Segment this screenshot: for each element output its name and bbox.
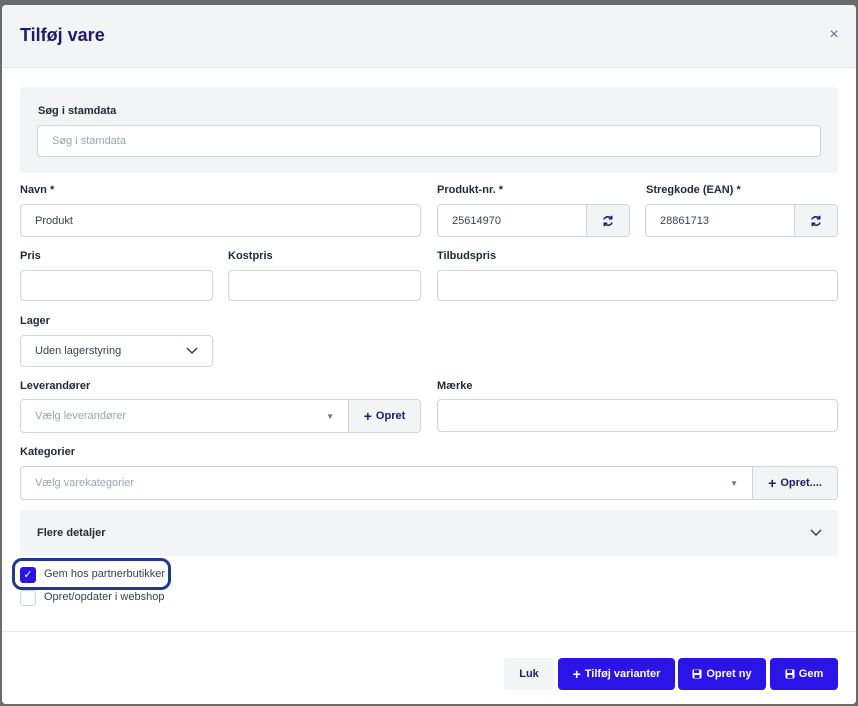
produkt-nr-refresh-button[interactable] <box>587 204 630 237</box>
kostpris-label: Kostpris <box>228 250 273 262</box>
save-label: Gem <box>798 668 824 680</box>
close-icon[interactable]: × <box>826 27 842 43</box>
lager-select[interactable]: Uden lagerstyring <box>20 335 213 367</box>
leverandorer-create-label: Opret <box>375 410 406 422</box>
more-details-label: Flere detaljer <box>37 527 106 539</box>
modal-footer: Luk + Tilføj varianter Opret ny Gem <box>2 631 856 704</box>
partner-checkbox-label: Gem hos partnerbutikker <box>44 568 166 580</box>
create-new-button[interactable]: Opret ny <box>678 658 766 690</box>
save-icon <box>692 669 702 679</box>
add-item-modal: Tilføj vare × Søg i stamdata Søg i stamd… <box>2 5 856 704</box>
partner-checkbox[interactable]: ✓ <box>20 567 36 583</box>
search-label: Søg i stamdata <box>38 105 117 117</box>
produkt-nr-input[interactable]: 25614970 <box>437 204 587 237</box>
modal-title: Tilføj vare <box>20 25 105 45</box>
produkt-nr-value: 25614970 <box>452 214 501 227</box>
search-panel: Søg i stamdata Søg i stamdata <box>20 87 838 173</box>
more-details-toggle[interactable]: Flere detaljer <box>20 510 838 556</box>
stregkode-label: Stregkode (EAN) * <box>646 184 741 196</box>
plus-icon: + <box>363 408 372 424</box>
navn-label: Navn * <box>20 184 55 196</box>
tilbudspris-label: Tilbudspris <box>437 250 497 262</box>
navn-input[interactable]: Produkt <box>20 204 421 237</box>
lager-value: Uden lagerstyring <box>35 345 122 357</box>
webshop-checkbox[interactable] <box>20 590 36 606</box>
maerke-label: Mærke <box>437 380 473 392</box>
search-placeholder: Søg i stamdata <box>52 135 126 147</box>
leverandorer-create-button[interactable]: + Opret <box>349 399 421 433</box>
webshop-checkbox-label: Opret/opdater i webshop <box>44 591 165 603</box>
maerke-input[interactable] <box>437 399 838 432</box>
leverandorer-select[interactable]: Vælg leverandører ▼ <box>20 399 349 433</box>
search-input[interactable]: Søg i stamdata <box>37 125 821 157</box>
caret-down-icon: ▼ <box>326 411 334 421</box>
modal-header: Tilføj vare × <box>2 5 856 68</box>
kategorier-label: Kategorier <box>20 446 76 458</box>
produkt-nr-label: Produkt-nr. * <box>437 184 504 196</box>
kategorier-placeholder: Vælg varekategorier <box>35 477 135 489</box>
kategorier-select[interactable]: Vælg varekategorier ▼ <box>20 466 753 500</box>
lager-label: Lager <box>20 315 50 327</box>
plus-icon: + <box>768 475 777 491</box>
save-icon <box>785 669 795 679</box>
close-button-label: Luk <box>519 668 539 680</box>
stregkode-value: 28861713 <box>660 214 709 227</box>
refresh-icon <box>603 215 613 226</box>
refresh-icon <box>811 215 821 226</box>
kostpris-input[interactable] <box>228 270 421 301</box>
kategorier-create-button[interactable]: + Opret.... <box>753 466 838 500</box>
leverandorer-label: Leverandører <box>20 380 91 392</box>
add-variants-label: Tilføj varianter <box>584 668 661 680</box>
leverandorer-placeholder: Vælg leverandører <box>35 410 127 422</box>
create-new-label: Opret ny <box>706 668 752 680</box>
pris-input[interactable] <box>20 270 213 301</box>
navn-value: Produkt <box>35 214 73 227</box>
stregkode-input[interactable]: 28861713 <box>645 204 795 237</box>
close-button[interactable]: Luk <box>504 658 554 690</box>
tilbudspris-input[interactable] <box>437 270 838 301</box>
chevron-down-icon <box>186 347 198 355</box>
plus-icon: + <box>572 666 581 682</box>
stregkode-refresh-button[interactable] <box>795 204 838 237</box>
caret-down-icon: ▼ <box>730 478 738 488</box>
chevron-down-icon <box>810 529 822 537</box>
add-variants-button[interactable]: + Tilføj varianter <box>558 658 675 690</box>
pris-label: Pris <box>20 250 41 262</box>
kategorier-create-label: Opret.... <box>780 477 822 489</box>
save-button[interactable]: Gem <box>770 658 838 690</box>
